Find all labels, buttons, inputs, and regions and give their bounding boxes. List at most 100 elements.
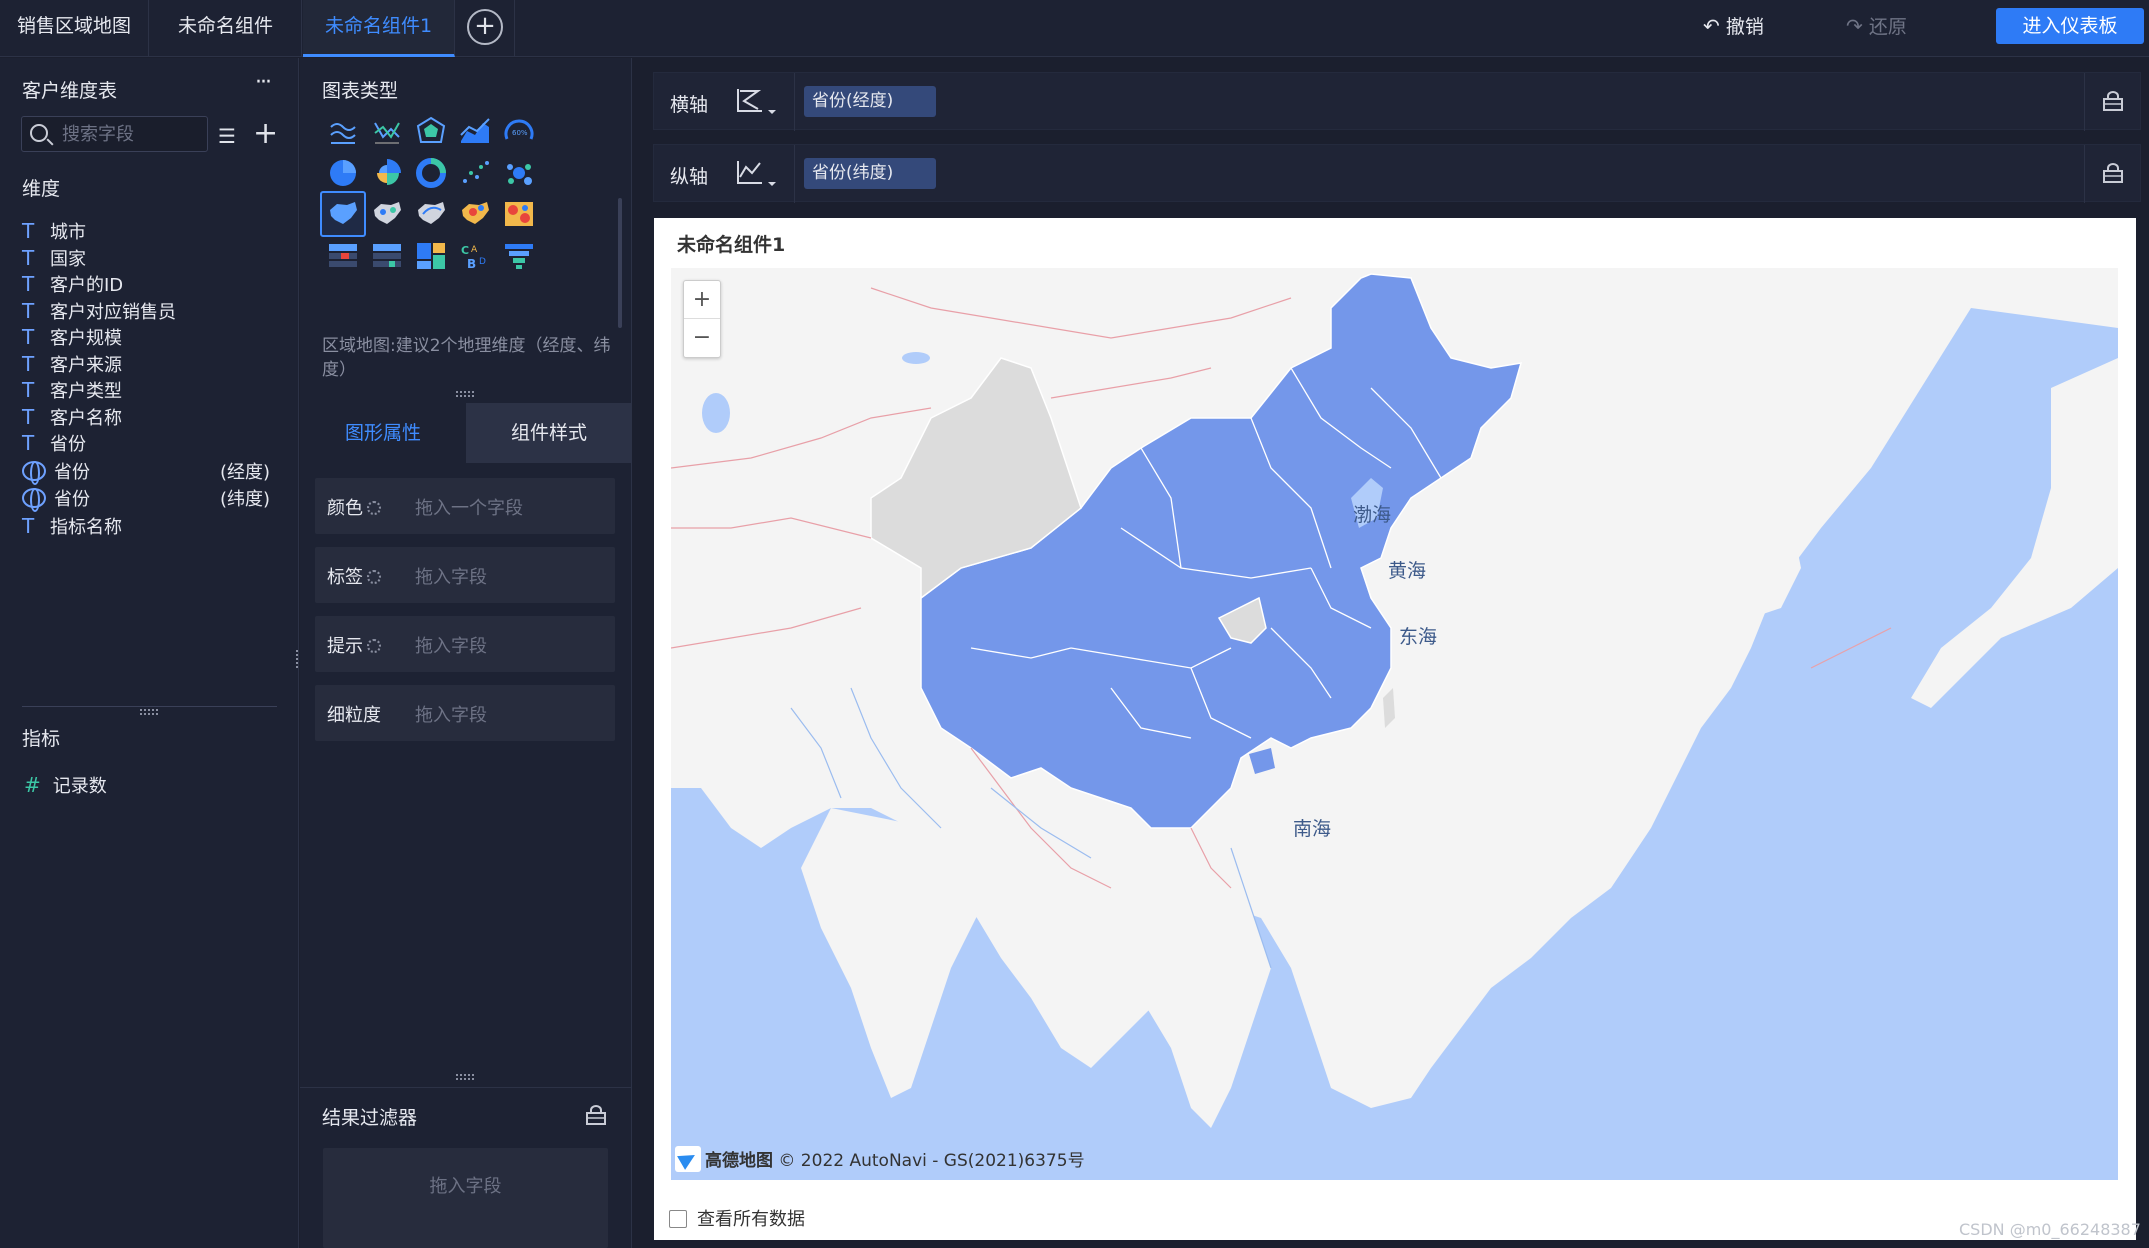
lock-icon[interactable] xyxy=(585,1105,607,1125)
resize-handle[interactable] xyxy=(456,391,474,397)
chart-type-crosstab[interactable] xyxy=(364,233,410,279)
divider xyxy=(2084,145,2085,203)
divider xyxy=(794,145,795,203)
dimension-label: 省份 xyxy=(54,489,90,511)
dimension-item[interactable]: T 城市 xyxy=(22,218,282,246)
lock-icon[interactable] xyxy=(2102,163,2124,183)
redo-button[interactable]: ↷ 还原 xyxy=(1846,12,1907,39)
chart-type-rose-chart[interactable] xyxy=(364,150,410,196)
x-axis-row: 横轴 省份(经度) xyxy=(653,72,2141,131)
tab-shape-properties[interactable]: 图形属性 xyxy=(300,403,466,463)
dimension-item[interactable]: T 指标名称 xyxy=(22,513,282,541)
chart-type-funnel-chart[interactable] xyxy=(496,233,542,279)
chart-type-table[interactable] xyxy=(320,233,366,279)
tooltip-label: 提示 xyxy=(327,632,381,658)
chart-type-line-chart[interactable] xyxy=(364,108,410,154)
search-box xyxy=(21,116,208,152)
gear-icon[interactable] xyxy=(367,570,381,584)
checkbox[interactable] xyxy=(669,1210,687,1228)
zoom-in-button[interactable]: + xyxy=(684,281,720,319)
dimension-item[interactable]: T 客户名称 xyxy=(22,404,282,432)
chart-type-heatmap[interactable] xyxy=(496,191,542,237)
zoom-out-button[interactable]: − xyxy=(684,320,720,358)
lake xyxy=(902,352,930,364)
dimension-item[interactable]: T 客户类型 xyxy=(22,377,282,405)
map-attribution: 高德地图 © 2022 AutoNavi - GS(2021)6375号 xyxy=(675,1146,1085,1172)
tab-divider xyxy=(514,0,515,57)
measure-item[interactable]: # 记录数 xyxy=(24,772,107,798)
resize-handle[interactable] xyxy=(140,709,158,715)
dimension-item[interactable]: T 省份 xyxy=(22,430,282,458)
tab-sales-region-map[interactable]: 销售区域地图 xyxy=(0,0,149,57)
chart-type-pie-chart[interactable] xyxy=(320,150,366,196)
undo-button[interactable]: ↶ 撤销 xyxy=(1703,12,1764,39)
sea-label-yellow-sea: 黄海 xyxy=(1388,560,1427,582)
chart-type-gauge-chart[interactable]: 60% xyxy=(496,108,542,154)
x-axis-field-pill[interactable]: 省份(经度) xyxy=(804,86,936,117)
dimension-item[interactable]: 省份 (经度) xyxy=(22,458,282,486)
resize-handle[interactable] xyxy=(456,1074,474,1080)
tab-unnamed-component[interactable]: 未命名组件 xyxy=(150,0,302,57)
filter-drop-zone[interactable]: 拖入字段 xyxy=(323,1148,608,1248)
add-field-icon[interactable]: + xyxy=(253,116,278,151)
view-all-data-checkbox[interactable]: 查看所有数据 xyxy=(669,1205,805,1231)
land-india xyxy=(801,808,981,1098)
lock-icon[interactable] xyxy=(2102,91,2124,111)
chart-type-radar-chart[interactable] xyxy=(408,108,454,154)
chart-type-flow-map[interactable] xyxy=(408,191,454,237)
y-axis-row: 纵轴 省份(纬度) xyxy=(653,144,2141,203)
tab-unnamed-component-1[interactable]: 未命名组件1 xyxy=(303,0,455,57)
axis-type-dropdown-icon[interactable] xyxy=(732,155,778,191)
bubble-map-icon xyxy=(374,202,401,224)
svg-text:D: D xyxy=(479,257,486,267)
enter-dashboard-button[interactable]: 进入仪表板 xyxy=(1996,8,2144,44)
filter-sort-icon[interactable]: ☰ xyxy=(218,124,236,148)
chart-type-ring-chart[interactable] xyxy=(408,150,454,196)
canvas-area: 横轴 省份(经度) 纵轴 省份(纬度) 未命名组件1 渤海 黄海 东海 南海 +… xyxy=(633,58,2149,1248)
y-axis-field-pill[interactable]: 省份(纬度) xyxy=(804,158,936,189)
map-copyright: © 2022 AutoNavi - GS(2021)6375号 xyxy=(778,1151,1085,1171)
dimension-item[interactable]: T 客户的ID xyxy=(22,271,282,299)
redo-label: 还原 xyxy=(1868,16,1907,38)
dimension-item[interactable]: T 国家 xyxy=(22,245,282,273)
text-field-icon: T xyxy=(22,514,35,539)
chart-type-scatter-chart[interactable] xyxy=(452,150,498,196)
chart-type-stacked-line-chart[interactable] xyxy=(320,108,366,154)
crosstab-icon xyxy=(373,243,401,267)
y-axis-label: 纵轴 xyxy=(670,166,709,188)
region-map[interactable]: 渤海 黄海 东海 南海 + − 高德地图 © 2022 AutoNavi - G… xyxy=(671,268,2118,1180)
chart-type-region-map[interactable] xyxy=(320,191,366,237)
chart-type-area-chart[interactable] xyxy=(452,108,498,154)
chart-type-treemap[interactable] xyxy=(408,233,454,279)
dimension-item[interactable]: 省份 (纬度) xyxy=(22,485,282,513)
zoom-control: + − xyxy=(683,280,721,358)
dimension-label: 客户来源 xyxy=(50,354,122,376)
gear-icon[interactable] xyxy=(367,501,381,515)
axis-type-dropdown-icon[interactable] xyxy=(732,83,778,119)
search-input[interactable] xyxy=(62,117,202,151)
color-placeholder: 拖入一个字段 xyxy=(415,498,523,519)
scrollbar[interactable] xyxy=(618,198,622,328)
chart-type-word-cloud[interactable]: CABD xyxy=(452,233,498,279)
dimension-item[interactable]: T 客户来源 xyxy=(22,351,282,379)
divider xyxy=(794,73,795,131)
chart-type-bubble-chart[interactable] xyxy=(496,150,542,196)
chart-type-heat-map[interactable] xyxy=(452,191,498,237)
measure-header: 指标 xyxy=(22,728,61,750)
more-icon[interactable]: ··· xyxy=(255,70,272,95)
chart-type-bubble-map[interactable] xyxy=(364,191,410,237)
flow-map-icon xyxy=(418,202,445,224)
tab-component-style[interactable]: 组件样式 xyxy=(466,403,632,463)
tooltip-drop-zone[interactable]: 提示 拖入字段 xyxy=(315,616,615,672)
add-tab-button[interactable]: + xyxy=(467,9,503,45)
property-tabs: 图形属性 组件样式 xyxy=(300,403,632,463)
color-drop-zone[interactable]: 颜色 拖入一个字段 xyxy=(315,478,615,534)
label-drop-zone[interactable]: 标签 拖入字段 xyxy=(315,547,615,603)
granularity-drop-zone[interactable]: 细粒度 拖入字段 xyxy=(315,685,615,741)
undo-icon: ↶ xyxy=(1703,14,1720,38)
globe-icon xyxy=(22,488,46,513)
gear-icon[interactable] xyxy=(367,639,381,653)
dimension-item[interactable]: T 客户对应销售员 xyxy=(22,298,282,326)
dimension-item[interactable]: T 客户规模 xyxy=(22,324,282,352)
dimension-label: 客户类型 xyxy=(50,381,122,402)
